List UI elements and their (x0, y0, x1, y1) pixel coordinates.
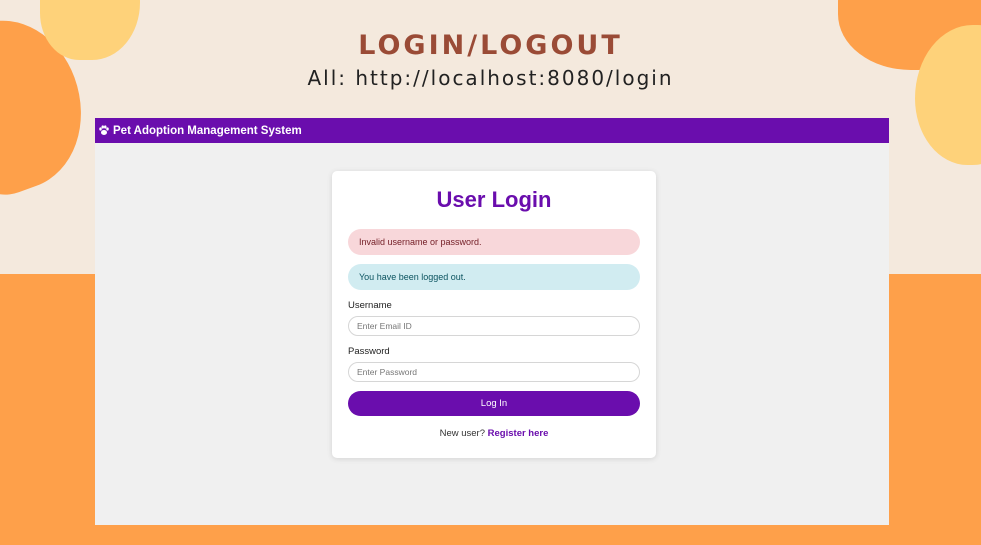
error-alert: Invalid username or password. (348, 229, 640, 255)
paw-icon (99, 125, 109, 135)
username-input[interactable]: Enter Email ID (348, 316, 640, 336)
register-prompt: New user? (439, 428, 486, 439)
slide-url: All: http://localhost:8080/login (307, 66, 674, 90)
card-title: User Login (436, 187, 552, 212)
username-label: Username (348, 300, 392, 311)
app-window: Pet Adoption Management System User Logi… (95, 118, 889, 525)
register-link[interactable]: Register here (488, 428, 549, 439)
register-line: New user? Register here (332, 428, 656, 439)
login-button[interactable]: Log In (348, 391, 640, 416)
password-input[interactable]: Enter Password (348, 362, 640, 382)
password-label: Password (348, 346, 390, 357)
info-alert: You have been logged out. (348, 264, 640, 290)
login-card: User Login Invalid username or password.… (332, 171, 656, 458)
navbar: Pet Adoption Management System (95, 118, 889, 143)
slide-title: LOGIN/LOGOUT (358, 30, 623, 61)
navbar-brand[interactable]: Pet Adoption Management System (113, 125, 302, 137)
